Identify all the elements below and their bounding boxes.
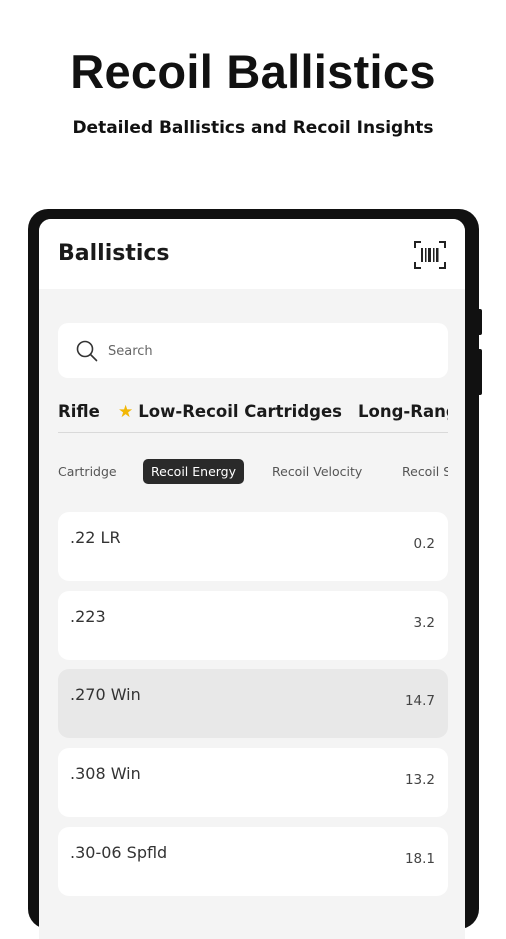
tablet-frame: Ballistics Rifle	[28, 209, 482, 939]
app-bar: Ballistics	[39, 219, 465, 289]
side-button	[479, 309, 482, 335]
cartridge-name: .223	[70, 607, 106, 626]
search-input[interactable]	[106, 335, 430, 367]
list-item[interactable]: .270 Win 14.7	[58, 669, 448, 738]
hero-title: Recoil Ballistics	[70, 45, 436, 98]
list-item[interactable]: .308 Win 13.2	[58, 748, 448, 817]
tab-rifle[interactable]: Rifle	[58, 402, 100, 421]
recoil-energy-value: 18.1	[404, 851, 435, 867]
recoil-energy-value: 14.7	[404, 693, 435, 709]
tab-label: Rifle	[58, 402, 100, 421]
tab-low-recoil-cartridges[interactable]: ★ Low-Recoil Cartridges	[118, 402, 342, 422]
hero-subtitle: Detailed Ballistics and Recoil Insights	[72, 118, 434, 138]
side-button	[479, 349, 482, 395]
barcode-scan-button[interactable]	[414, 241, 446, 269]
tab-label: Long-Range	[358, 402, 448, 421]
column-recoil-velocity[interactable]: Recoil Velocity	[272, 464, 362, 479]
column-recoil-energy[interactable]: Recoil Energy	[143, 459, 245, 484]
star-icon: ★	[118, 402, 134, 422]
category-tabs: Rifle ★Low-Recoil Cartridges Long-Range	[58, 398, 448, 433]
list-item[interactable]: .22 LR 0.2	[58, 512, 448, 581]
app-title: Ballistics	[58, 241, 170, 266]
list-item[interactable]: .30-06 Spfld 18.1	[58, 827, 448, 896]
recoil-energy-value: 13.2	[404, 772, 435, 788]
cartridge-name: .308 Win	[70, 764, 141, 783]
column-recoil-s[interactable]: Recoil S	[402, 464, 448, 479]
search-bar[interactable]	[58, 323, 448, 378]
recoil-energy-value: 3.2	[413, 615, 435, 631]
cartridge-name: .22 LR	[70, 528, 121, 547]
list-item[interactable]: .223 3.2	[58, 591, 448, 660]
app-screen: Ballistics Rifle	[39, 219, 465, 939]
tab-long-range[interactable]: Long-Range	[358, 402, 448, 421]
barcode-scan-icon	[414, 241, 446, 269]
column-selector: Cartridge Recoil Energy Recoil Velocity …	[58, 459, 448, 487]
column-cartridge[interactable]: Cartridge	[58, 464, 117, 479]
cartridge-name: .270 Win	[70, 685, 141, 704]
tab-label: Low-Recoil Cartridges	[138, 402, 342, 421]
recoil-energy-value: 0.2	[413, 536, 435, 552]
cartridge-name: .30-06 Spfld	[70, 843, 168, 862]
search-icon	[76, 340, 98, 362]
